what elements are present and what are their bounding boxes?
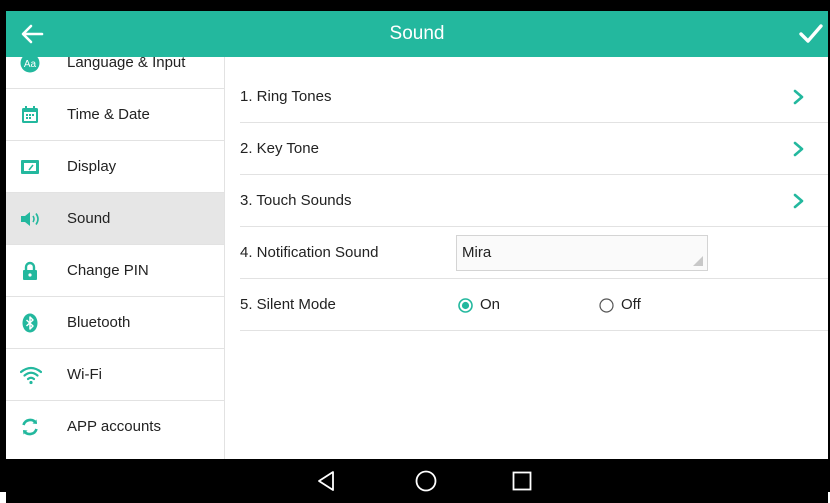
recents-square-icon[interactable] xyxy=(508,467,536,495)
sidebar-item-label: Bluetooth xyxy=(67,314,131,331)
sidebar-item-language-input[interactable]: Aa Language & Input xyxy=(6,57,224,89)
ring-tones-row[interactable]: 1. Ring Tones xyxy=(240,71,828,123)
sidebar-item-label: Wi-Fi xyxy=(67,366,102,383)
sidebar-item-sound[interactable]: Sound xyxy=(6,193,224,245)
sidebar-item-display[interactable]: Display xyxy=(6,141,224,193)
chevron-right-icon[interactable] xyxy=(792,192,806,210)
radio-unselected-icon xyxy=(599,298,614,313)
notification-sound-select[interactable]: Mira xyxy=(456,235,708,271)
sidebar-item-label: Sound xyxy=(67,210,111,227)
title-bar: Sound xyxy=(6,11,828,57)
notification-sound-value: Mira xyxy=(462,244,492,261)
chevron-right-icon[interactable] xyxy=(792,88,806,106)
page-title: Sound xyxy=(389,23,445,44)
chevron-right-icon[interactable] xyxy=(792,140,806,158)
key-tone-label: 2. Key Tone xyxy=(240,140,319,157)
checkmark-icon[interactable] xyxy=(798,21,824,47)
dropdown-corner-icon xyxy=(693,256,703,266)
svg-text:Aa: Aa xyxy=(24,59,37,70)
sidebar-item-label: APP accounts xyxy=(67,418,161,435)
sound-settings-panel: 1. Ring Tones 2. Key Tone 3. Touch Sound… xyxy=(226,57,828,459)
wifi-icon xyxy=(20,366,42,385)
bluetooth-icon xyxy=(22,313,38,333)
sidebar-item-label: Change PIN xyxy=(67,262,149,279)
sidebar-item-label: Display xyxy=(67,158,117,175)
calendar-icon xyxy=(22,106,38,123)
notification-sound-row: 4. Notification Sound Mira xyxy=(240,227,828,279)
home-circle-icon[interactable] xyxy=(412,467,440,495)
back-triangle-icon[interactable] xyxy=(313,467,341,495)
touch-sounds-row[interactable]: 3. Touch Sounds xyxy=(240,175,828,227)
silent-mode-on-label: On xyxy=(480,296,501,313)
sidebar-item-time-date[interactable]: Time & Date xyxy=(6,89,224,141)
sidebar-item-bluetooth[interactable]: Bluetooth xyxy=(6,297,224,349)
key-tone-row[interactable]: 2. Key Tone xyxy=(240,123,828,175)
silent-mode-row: 5. Silent Mode On Off xyxy=(240,279,828,331)
notification-sound-label: 4. Notification Sound xyxy=(240,244,379,261)
android-nav-bar xyxy=(6,459,828,503)
settings-sidebar: Aa Language & Input Time & Date Display … xyxy=(6,57,225,459)
silent-mode-label: 5. Silent Mode xyxy=(240,296,336,313)
sidebar-item-app-accounts[interactable]: APP accounts xyxy=(6,401,224,453)
language-icon: Aa xyxy=(20,57,40,73)
touch-sounds-label: 3. Touch Sounds xyxy=(240,192,352,209)
sidebar-item-change-pin[interactable]: Change PIN xyxy=(6,245,224,297)
sidebar-item-wifi[interactable]: Wi-Fi xyxy=(6,349,224,401)
display-icon xyxy=(21,160,39,174)
silent-mode-off-label: Off xyxy=(621,296,641,313)
sidebar-item-label: Language & Input xyxy=(67,57,186,71)
ring-tones-label: 1. Ring Tones xyxy=(240,88,332,105)
lock-icon xyxy=(23,261,37,280)
sidebar-item-label: Time & Date xyxy=(67,106,150,123)
speaker-icon xyxy=(21,212,39,226)
sync-icon xyxy=(22,418,38,436)
radio-selected-icon xyxy=(458,298,473,313)
phone-screen: Sound Aa Language & Input Time & Date Di… xyxy=(0,0,830,503)
